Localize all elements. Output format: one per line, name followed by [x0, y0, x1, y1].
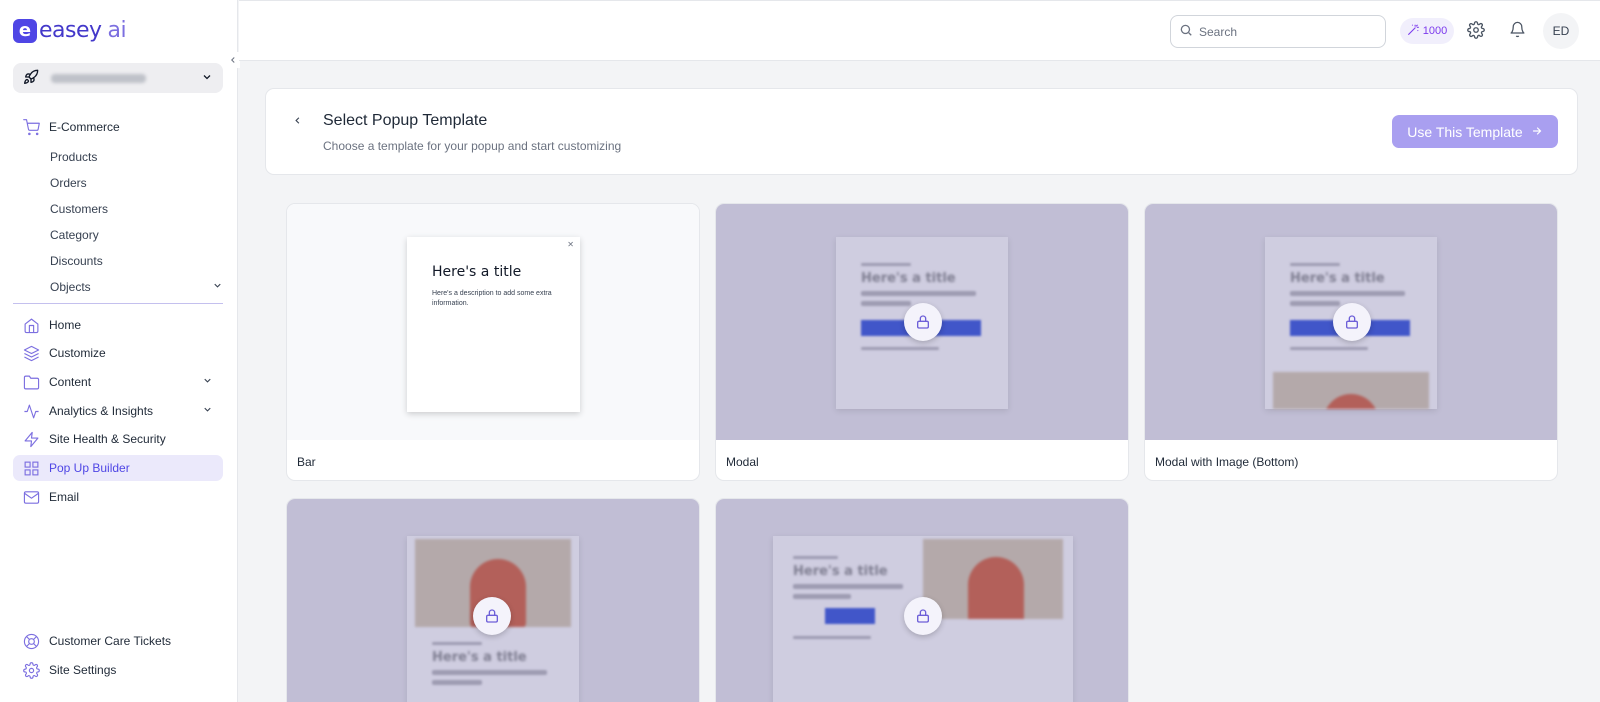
sidebar-item-site-health[interactable]: Site Health & Security	[13, 426, 223, 452]
template-preview: ✕ Here's a title Here's a description to…	[287, 204, 699, 440]
template-card-modal-image-top[interactable]: Here's a title	[286, 498, 700, 702]
sidebar-item-customize[interactable]: Customize	[13, 340, 223, 366]
template-name: Bar	[297, 455, 316, 469]
app-logo[interactable]: e easey ai	[13, 18, 127, 43]
template-preview: Here's a title	[716, 499, 1128, 702]
bolt-icon	[13, 431, 49, 448]
logo-mark: e	[13, 18, 37, 43]
back-button[interactable]	[288, 113, 306, 131]
sidebar-subitem-customers[interactable]: Customers	[50, 202, 108, 216]
lock-icon	[1333, 303, 1371, 341]
page-header: Select Popup Template Choose a template …	[265, 88, 1578, 175]
chevron-down-icon	[212, 280, 223, 294]
search-icon	[1179, 23, 1193, 40]
lock-icon	[904, 597, 942, 635]
magic-wand-icon	[1407, 23, 1420, 39]
sidebar-subitem-products[interactable]: Products	[50, 150, 97, 164]
sidebar-subitem-orders[interactable]: Orders	[50, 176, 87, 190]
logo-text: easey	[39, 18, 102, 43]
settings-button[interactable]	[1465, 20, 1487, 42]
template-name: Modal	[726, 455, 759, 469]
sidebar-item-label: Customize	[49, 346, 106, 360]
template-name: Modal with Image (Bottom)	[1155, 455, 1299, 469]
lock-icon	[473, 597, 511, 635]
site-selector[interactable]	[13, 63, 223, 93]
search-box[interactable]	[1170, 15, 1386, 48]
sidebar-subitem-discounts[interactable]: Discounts	[50, 254, 103, 268]
popup-preview: ✕ Here's a title Here's a description to…	[407, 237, 580, 412]
use-template-button[interactable]: Use This Template	[1392, 115, 1558, 148]
page-subtitle: Choose a template for your popup and sta…	[323, 139, 622, 153]
template-preview: Here's a title	[287, 499, 699, 702]
sidebar-item-label: Objects	[50, 280, 91, 294]
preview-title: Here's a title	[432, 264, 522, 280]
sidebar-divider	[13, 303, 223, 304]
sidebar-item-label: Analytics & Insights	[49, 404, 154, 418]
template-card-modal[interactable]: Here's a title Modal	[715, 203, 1129, 481]
sidebar-item-label: Pop Up Builder	[49, 461, 130, 475]
bell-icon	[1509, 21, 1526, 41]
lock-icon	[904, 303, 942, 341]
rocket-icon	[23, 69, 39, 88]
collapse-sidebar-button[interactable]	[226, 52, 240, 68]
layers-icon	[13, 345, 49, 362]
gear-icon	[1467, 20, 1485, 42]
use-template-label: Use This Template	[1407, 123, 1523, 140]
sidebar-item-home[interactable]: Home	[13, 312, 223, 338]
sidebar-item-label: Content	[49, 375, 92, 389]
sidebar-item-ecommerce[interactable]: E-Commerce	[13, 114, 223, 140]
sidebar-item-analytics[interactable]: Analytics & Insights	[13, 398, 223, 424]
chevron-down-icon	[201, 71, 213, 86]
sidebar-item-label: E-Commerce	[49, 120, 120, 134]
folder-icon	[13, 374, 49, 391]
sidebar-item-label: Site Settings	[49, 663, 117, 677]
sidebar: e easey ai E-Commerce Products Orders Cu…	[0, 0, 240, 702]
sidebar-item-popup-builder[interactable]: Pop Up Builder	[13, 455, 223, 481]
user-avatar[interactable]: ED	[1543, 13, 1579, 49]
sidebar-item-label: Email	[49, 490, 80, 504]
notifications-button[interactable]	[1506, 20, 1528, 42]
chevron-left-icon	[292, 115, 303, 129]
arrow-right-icon	[1531, 124, 1543, 140]
page-title: Select Popup Template	[323, 112, 488, 129]
sidebar-item-content[interactable]: Content	[13, 369, 223, 395]
sidebar-subitem-objects[interactable]: Objects	[50, 280, 223, 294]
mail-icon	[13, 489, 49, 506]
cart-icon	[13, 118, 49, 136]
template-card-modal-image-bottom[interactable]: Here's a title Modal with Image (Bottom)	[1144, 203, 1558, 481]
logo-suffix: ai	[107, 18, 127, 43]
sidebar-item-label: Site Health & Security	[49, 432, 166, 446]
chevron-down-icon	[202, 404, 213, 418]
search-input[interactable]	[1199, 24, 1369, 39]
template-preview: Here's a title	[716, 204, 1128, 440]
home-icon	[13, 317, 49, 334]
sidebar-item-label: Customer Care Tickets	[49, 634, 172, 648]
close-icon: ✕	[567, 240, 574, 249]
chevron-down-icon	[202, 375, 213, 389]
credits-badge[interactable]: 1000	[1400, 18, 1454, 44]
site-name	[51, 73, 146, 83]
sidebar-item-label: Home	[49, 318, 82, 332]
sidebar-item-email[interactable]: Email	[13, 484, 223, 510]
sidebar-subitem-category[interactable]: Category	[50, 228, 99, 242]
gear-icon	[13, 661, 49, 679]
template-card-bar[interactable]: ✕ Here's a title Here's a description to…	[286, 203, 700, 481]
template-card-modal-image-right[interactable]: Here's a title	[715, 498, 1129, 702]
template-preview: Here's a title	[1145, 204, 1557, 440]
credits-count: 1000	[1422, 25, 1448, 37]
activity-icon	[13, 403, 49, 420]
lifebuoy-icon	[13, 633, 49, 650]
preview-description: Here's a description to add some extra i…	[432, 290, 552, 307]
topbar	[239, 0, 1600, 61]
sidebar-item-customer-care[interactable]: Customer Care Tickets	[13, 628, 223, 654]
sidebar-item-site-settings[interactable]: Site Settings	[13, 657, 223, 683]
grid-icon	[13, 460, 49, 477]
